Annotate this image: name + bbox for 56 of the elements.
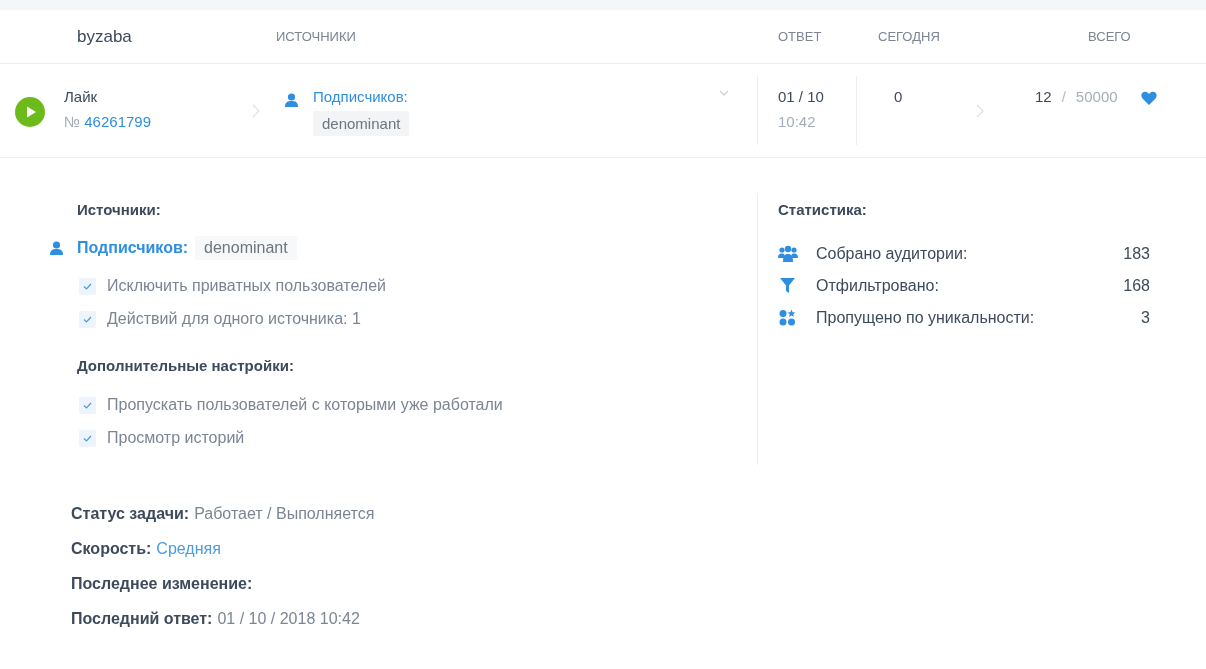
stat-value: 168: [1123, 277, 1150, 295]
answer-time: 10:42: [778, 113, 816, 130]
account-name: byzaba: [76, 26, 133, 47]
checkbox[interactable]: [79, 277, 96, 295]
info-link[interactable]: Средняя: [156, 540, 221, 558]
info-label: Статус задачи:: [71, 505, 190, 523]
answer-date: 01 / 10: [778, 88, 824, 105]
column-header: ИСТОЧНИКИ: [275, 29, 357, 44]
info-label: Скорость:: [71, 540, 152, 558]
source-label[interactable]: Подписчиков:: [313, 88, 719, 105]
filter-icon: [778, 277, 798, 295]
slash-separator: /: [1061, 88, 1066, 105]
stat-value: 183: [1123, 245, 1150, 263]
info-label: Последнее изменение:: [71, 575, 253, 593]
option-label: Исключить приватных пользователей: [107, 277, 386, 295]
checkbox[interactable]: [79, 310, 96, 328]
task-number[interactable]: 46261799: [84, 113, 151, 130]
info-value: Работает / Выполняется: [194, 505, 375, 523]
section-title: Дополнительные настройки:: [77, 357, 295, 374]
number-sign: №: [64, 113, 81, 130]
chevron-down-icon[interactable]: [719, 90, 729, 97]
source-label[interactable]: Подписчиков:: [77, 239, 189, 257]
option-label: Действий для одного источника: 1: [107, 310, 361, 328]
play-button[interactable]: [15, 97, 45, 127]
info-label: Последний ответ:: [71, 610, 213, 628]
person-icon: [285, 93, 298, 107]
dots-star-icon: [778, 309, 798, 327]
section-title: Статистика:: [778, 201, 868, 218]
chevron-right-icon: [976, 104, 984, 118]
option-label: Просмотр историй: [107, 429, 245, 447]
checkbox[interactable]: [79, 396, 96, 414]
column-header: СЕГОДНЯ: [877, 29, 941, 44]
column-header: ВСЕГО: [1087, 29, 1132, 44]
task-type: Лайк: [64, 88, 99, 105]
option-label: Пропускать пользователей с которыми уже работали: [107, 396, 503, 414]
column-header: ОТВЕТ: [777, 29, 823, 44]
stat-value: 3: [1141, 309, 1150, 327]
checkmark-icon: [83, 315, 92, 323]
source-tag: denominant: [195, 236, 297, 260]
total-count: 12: [1035, 88, 1052, 105]
person-icon: [50, 241, 63, 255]
total-limit: 50000: [1075, 88, 1118, 105]
stat-label: Отфильтровано:: [816, 277, 940, 295]
info-value: 01 / 10 / 2018 10:42: [217, 610, 360, 628]
checkmark-icon: [83, 401, 92, 409]
stat-label: Собрано аудитории:: [816, 245, 969, 263]
heart-icon[interactable]: [1140, 91, 1157, 105]
today-count: 0: [894, 88, 903, 105]
people-icon: [778, 245, 798, 263]
section-title: Источники:: [77, 201, 162, 218]
stat-label: Пропущено по уникальности:: [816, 309, 1036, 327]
checkbox[interactable]: [79, 429, 96, 447]
chevron-right-icon: [252, 104, 260, 118]
checkmark-icon: [83, 434, 92, 442]
source-tag: denominant: [313, 111, 410, 136]
checkmark-icon: [83, 282, 92, 290]
